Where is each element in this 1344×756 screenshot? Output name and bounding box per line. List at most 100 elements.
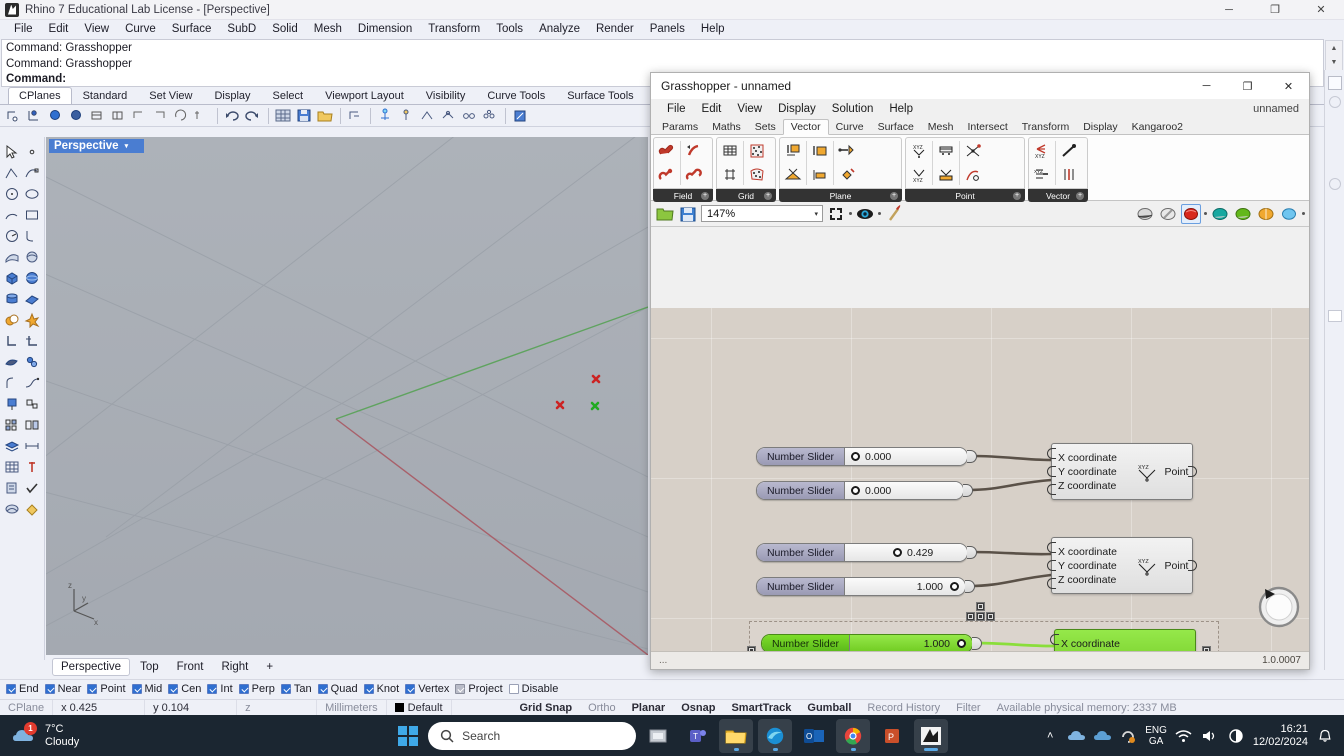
- blend-curve-icon[interactable]: [22, 372, 42, 393]
- shaded-preview-icon[interactable]: [1158, 204, 1178, 224]
- cplane-z-icon[interactable]: [376, 107, 395, 125]
- curve-interpolate-icon[interactable]: [22, 162, 42, 183]
- slider-track[interactable]: 0.000: [845, 482, 963, 499]
- language-indicator[interactable]: ENG GA: [1145, 725, 1167, 747]
- rhino-menu-solid[interactable]: Solid: [264, 22, 306, 36]
- cplane-match-icon[interactable]: [439, 107, 458, 125]
- port-y-in[interactable]: [1047, 466, 1056, 477]
- point-object-icon[interactable]: [22, 141, 42, 162]
- gh-menu-solution[interactable]: Solution: [824, 102, 882, 116]
- rhino-menu-dimension[interactable]: Dimension: [350, 22, 420, 36]
- point-groups-icon[interactable]: [961, 139, 985, 163]
- gear-icon[interactable]: [1328, 96, 1341, 108]
- status-filter[interactable]: Filter: [948, 700, 988, 716]
- curve-tools-icon[interactable]: [22, 225, 42, 246]
- draw-fancy-wires-icon[interactable]: [1233, 204, 1253, 224]
- wireframe-preview-icon[interactable]: [1135, 204, 1155, 224]
- chevron-down-icon[interactable]: ▾: [125, 142, 129, 150]
- number-slider-3[interactable]: Number Slider 0.429: [756, 543, 968, 562]
- number-slider-5[interactable]: Number Slider 1.000: [761, 634, 973, 651]
- cplane-rotate-z-icon[interactable]: [397, 107, 416, 125]
- osnap-near[interactable]: Near: [44, 683, 81, 695]
- point-charge-icon[interactable]: [655, 163, 679, 187]
- rhino-menu-analyze[interactable]: Analyze: [531, 22, 588, 36]
- gh-maximize-button[interactable]: ❐: [1227, 73, 1268, 99]
- input-x-coordinate[interactable]: X coordinate: [1058, 546, 1132, 558]
- rectangular-grid-icon[interactable]: [718, 139, 742, 163]
- number-slider-1[interactable]: Number Slider 0.000: [756, 447, 968, 466]
- box-icon[interactable]: [2, 267, 22, 288]
- rhino-tab-visibility[interactable]: Visibility: [415, 87, 477, 104]
- zoom-extents-icon[interactable]: [826, 204, 846, 224]
- sync-icon[interactable]: [1119, 727, 1137, 745]
- clock[interactable]: 16:21 12/02/2024: [1253, 723, 1308, 749]
- undo-view-icon[interactable]: [223, 107, 242, 125]
- port-x-in[interactable]: [1050, 634, 1059, 645]
- osnap-mid[interactable]: Mid: [131, 683, 162, 695]
- point-polar-icon[interactable]: [934, 163, 958, 187]
- scroll-down-icon[interactable]: ▼: [1326, 55, 1342, 69]
- cplane-elevation-icon[interactable]: [193, 107, 212, 125]
- ribbon-group-vector-label[interactable]: Vector +: [1028, 189, 1088, 202]
- checkbox[interactable]: [238, 683, 249, 694]
- view-tab-front[interactable]: Front: [169, 659, 212, 675]
- open-cplane-icon[interactable]: [316, 107, 335, 125]
- gh-ribbon-tab-display[interactable]: Display: [1076, 120, 1124, 134]
- rhino-menu-render[interactable]: Render: [588, 22, 642, 36]
- osnap-perp[interactable]: Perp: [238, 683, 275, 695]
- gh-menu-file[interactable]: File: [659, 102, 694, 116]
- cylinder-icon[interactable]: [2, 288, 22, 309]
- expand-icon[interactable]: +: [890, 191, 898, 200]
- cplane-3point-icon[interactable]: [25, 107, 44, 125]
- boolean-union-icon[interactable]: [2, 309, 22, 330]
- search-input[interactable]: Search: [428, 721, 637, 750]
- osnap-knot[interactable]: Knot: [363, 683, 399, 695]
- chevron-down-icon[interactable]: ▾: [814, 210, 818, 218]
- slider-track[interactable]: 1.000: [845, 578, 965, 595]
- slider-grip[interactable]: [851, 452, 860, 461]
- rhino-menu-view[interactable]: View: [76, 22, 117, 36]
- cplane-universal-icon[interactable]: [460, 107, 479, 125]
- view-tab-top[interactable]: Top: [132, 659, 167, 675]
- gh-ribbon-tab-vector[interactable]: Vector: [782, 119, 829, 135]
- status-smarttrack[interactable]: SmartTrack: [723, 700, 799, 716]
- rhino-tab-select[interactable]: Select: [262, 87, 315, 104]
- slider-grip[interactable]: [851, 486, 860, 495]
- surface-revolve-icon[interactable]: [22, 246, 42, 267]
- grasshopper-canvas[interactable]: Number Slider 0.000 Number Slider 0.000 …: [651, 308, 1309, 651]
- onedrive-icon[interactable]: [1067, 727, 1085, 745]
- status-units[interactable]: Millimeters: [317, 699, 387, 716]
- rhino-icon[interactable]: [914, 718, 949, 753]
- tray-chevron-icon[interactable]: ˄: [1041, 727, 1059, 745]
- select-arrow-icon[interactable]: [2, 141, 22, 162]
- checkbox[interactable]: [6, 683, 16, 694]
- subd-icon[interactable]: [22, 351, 42, 372]
- slider-track[interactable]: 0.000: [845, 448, 967, 465]
- cplane-to-object-icon[interactable]: [511, 107, 530, 125]
- cplane-surface-icon[interactable]: [67, 107, 86, 125]
- align-plane-icon[interactable]: [835, 139, 859, 163]
- gh-ribbon-tab-params[interactable]: Params: [655, 120, 705, 134]
- status-planar[interactable]: Planar: [624, 700, 674, 716]
- unit-vector-icon[interactable]: [1057, 139, 1081, 163]
- port-x-in[interactable]: [1047, 542, 1056, 553]
- osnap-int[interactable]: Int: [207, 683, 233, 695]
- port-y-in[interactable]: [1047, 560, 1056, 571]
- populate-2d-icon[interactable]: [745, 139, 769, 163]
- rhino-menu-help[interactable]: Help: [693, 22, 733, 36]
- rhino-menu-tools[interactable]: Tools: [488, 22, 531, 36]
- volume-icon[interactable]: [1201, 727, 1219, 745]
- rhino-menu-mesh[interactable]: Mesh: [306, 22, 350, 36]
- osnap-end[interactable]: End: [6, 683, 39, 695]
- checkbox[interactable]: [405, 683, 416, 694]
- osnap-vertex[interactable]: Vertex: [405, 683, 449, 695]
- expand-icon[interactable]: +: [1076, 191, 1084, 200]
- expand-icon[interactable]: +: [764, 191, 772, 200]
- osnap-quad[interactable]: Quad: [317, 683, 358, 695]
- circle-center-icon[interactable]: [2, 225, 22, 246]
- gh-ribbon-tab-mesh[interactable]: Mesh: [921, 120, 961, 134]
- render-icon[interactable]: [2, 498, 22, 519]
- cplane-object-icon[interactable]: [46, 107, 65, 125]
- contrast-icon[interactable]: [1227, 727, 1245, 745]
- polyline-icon[interactable]: [2, 162, 22, 183]
